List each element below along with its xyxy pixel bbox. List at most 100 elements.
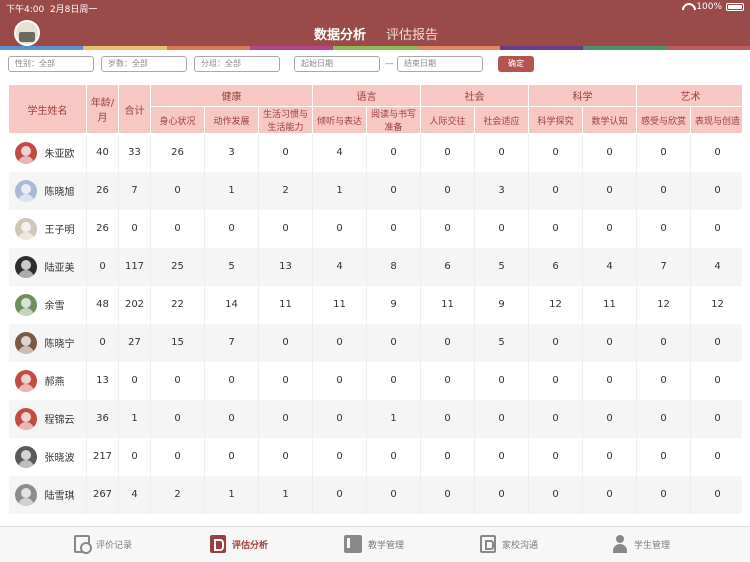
statistics-table: 学生姓名 年龄/月 合计 健康 语言 社会 科学 艺术 身心状况 动作发展 生活… <box>8 84 742 514</box>
gender-filter[interactable]: 性别：全部 <box>8 56 94 72</box>
student-name: 陆雪琪 <box>44 491 75 502</box>
table-row[interactable]: 余雪 48 202 22 14 11 11 9 11 9 12 11 12 12 <box>8 285 742 324</box>
score-cell: 0 <box>366 475 421 514</box>
student-name-box: 陈晓旭 <box>14 179 87 202</box>
score-cell: 0 <box>204 361 259 400</box>
header-sub: 科学探究 <box>528 106 583 134</box>
score-cell: 0 <box>474 399 529 438</box>
table-row[interactable]: 王子明 26 0 0 0 0 0 0 0 0 0 0 0 0 <box>8 209 742 248</box>
nav-student-management[interactable]: 学生管理 <box>612 535 670 553</box>
age-cell: 0 <box>86 247 119 286</box>
student-name-cell[interactable]: 程锦云 <box>8 399 87 438</box>
stripe-segment <box>416 46 500 50</box>
statistics-table-container[interactable]: 学生姓名 年龄/月 合计 健康 语言 社会 科学 艺术 身心状况 动作发展 生活… <box>8 84 742 522</box>
score-cell: 0 <box>636 209 691 248</box>
student-avatar <box>14 483 37 506</box>
table-row[interactable]: 陆雪琪 267 4 2 1 1 0 0 0 0 0 0 0 0 <box>8 475 742 514</box>
header-group-health: 健康 <box>150 84 313 107</box>
score-cell: 0 <box>582 475 637 514</box>
score-cell: 5 <box>204 247 259 286</box>
score-cell: 4 <box>312 247 367 286</box>
nav-assessment-analysis[interactable]: 评估分析 <box>210 535 268 553</box>
table-row[interactable]: 陆亚美 0 117 25 5 13 4 8 6 5 6 4 7 4 <box>8 247 742 286</box>
score-cell: 0 <box>258 323 313 362</box>
student-name: 程锦云 <box>44 415 75 426</box>
communication-icon <box>480 535 496 553</box>
score-cell: 0 <box>258 133 313 172</box>
end-date-input[interactable]: 结束日期 <box>397 56 483 72</box>
score-cell: 0 <box>636 171 691 210</box>
student-name: 朱亚欧 <box>44 149 75 161</box>
score-cell: 0 <box>528 209 583 248</box>
student-name-cell[interactable]: 陈晓旭 <box>8 171 87 210</box>
age-cell: 26 <box>86 171 119 210</box>
nav-teaching-management[interactable]: 教学管理 <box>344 535 404 553</box>
start-date-input[interactable]: 起始日期 <box>294 56 380 72</box>
score-cell: 0 <box>474 475 529 514</box>
score-cell: 1 <box>204 475 259 514</box>
student-name-cell[interactable]: 陆亚美 <box>8 247 87 286</box>
age-cell: 0 <box>86 323 119 362</box>
tab-assessment-report[interactable]: 评估报告 <box>386 24 438 43</box>
score-cell: 0 <box>150 171 205 210</box>
header-sub: 动作发展 <box>204 106 259 134</box>
record-icon <box>74 535 92 554</box>
stripe-segment <box>666 46 750 50</box>
score-cell: 0 <box>258 437 313 476</box>
score-cell: 0 <box>582 171 637 210</box>
student-name-cell[interactable]: 陆雪琪 <box>8 475 87 514</box>
student-avatar <box>14 331 37 354</box>
color-stripe-divider <box>0 46 750 50</box>
header-age: 年龄/月 <box>86 84 119 134</box>
score-cell: 0 <box>690 361 742 400</box>
student-name-cell[interactable]: 王子明 <box>8 209 87 248</box>
score-cell: 4 <box>312 133 367 172</box>
battery-percent: 100% <box>696 2 722 12</box>
header-sub: 社会适应 <box>474 106 529 134</box>
total-cell: 7 <box>118 171 151 210</box>
student-name-cell[interactable]: 余雪 <box>8 285 87 324</box>
nav-evaluation-records[interactable]: 评价记录 <box>74 535 132 554</box>
table-row[interactable]: 郝燕 13 0 0 0 0 0 0 0 0 0 0 0 0 <box>8 361 742 400</box>
confirm-button[interactable]: 确定 <box>498 56 534 72</box>
score-cell: 0 <box>366 133 421 172</box>
table-row[interactable]: 朱亚欧 40 33 26 3 0 4 0 0 0 0 0 0 0 <box>8 133 742 172</box>
score-cell: 0 <box>528 171 583 210</box>
stripe-segment <box>499 46 584 50</box>
score-cell: 0 <box>636 437 691 476</box>
score-cell: 0 <box>258 361 313 400</box>
score-cell: 0 <box>528 323 583 362</box>
table-row[interactable]: 陈晓宁 0 27 15 7 0 0 0 0 5 0 0 0 0 <box>8 323 742 362</box>
table-row[interactable]: 陈晓旭 26 7 0 1 2 1 0 0 3 0 0 0 0 <box>8 171 742 210</box>
nav-home-school-communication[interactable]: 家校沟通 <box>480 535 538 553</box>
score-cell: 0 <box>312 475 367 514</box>
score-cell: 6 <box>528 247 583 286</box>
age-cell: 48 <box>86 285 119 324</box>
tab-data-analysis[interactable]: 数据分析 <box>314 24 366 43</box>
score-cell: 0 <box>204 399 259 438</box>
student-name-cell[interactable]: 郝燕 <box>8 361 87 400</box>
group-filter[interactable]: 分组：全部 <box>194 56 280 72</box>
score-cell: 0 <box>420 171 475 210</box>
header-group-art: 艺术 <box>636 84 742 107</box>
student-name-cell[interactable]: 朱亚欧 <box>8 133 87 172</box>
score-cell: 6 <box>420 247 475 286</box>
table-row[interactable]: 程锦云 36 1 0 0 0 0 1 0 0 0 0 0 0 <box>8 399 742 438</box>
header-student-name: 学生姓名 <box>8 84 87 134</box>
user-avatar[interactable] <box>14 20 40 46</box>
header-sub: 感受与欣赏 <box>636 106 691 134</box>
score-cell: 0 <box>636 361 691 400</box>
score-cell: 0 <box>420 133 475 172</box>
student-name-cell[interactable]: 陈晓宁 <box>8 323 87 362</box>
score-cell: 0 <box>258 209 313 248</box>
score-cell: 0 <box>582 209 637 248</box>
table-row[interactable]: 张晓波 217 0 0 0 0 0 0 0 0 0 0 0 0 <box>8 437 742 476</box>
student-name-cell[interactable]: 张晓波 <box>8 437 87 476</box>
age-filter[interactable]: 岁数：全部 <box>101 56 187 72</box>
student-name: 王子明 <box>44 225 75 236</box>
score-cell: 0 <box>690 171 742 210</box>
score-cell: 3 <box>474 171 529 210</box>
header-group-social: 社会 <box>420 84 529 107</box>
score-cell: 0 <box>258 399 313 438</box>
score-cell: 0 <box>690 437 742 476</box>
